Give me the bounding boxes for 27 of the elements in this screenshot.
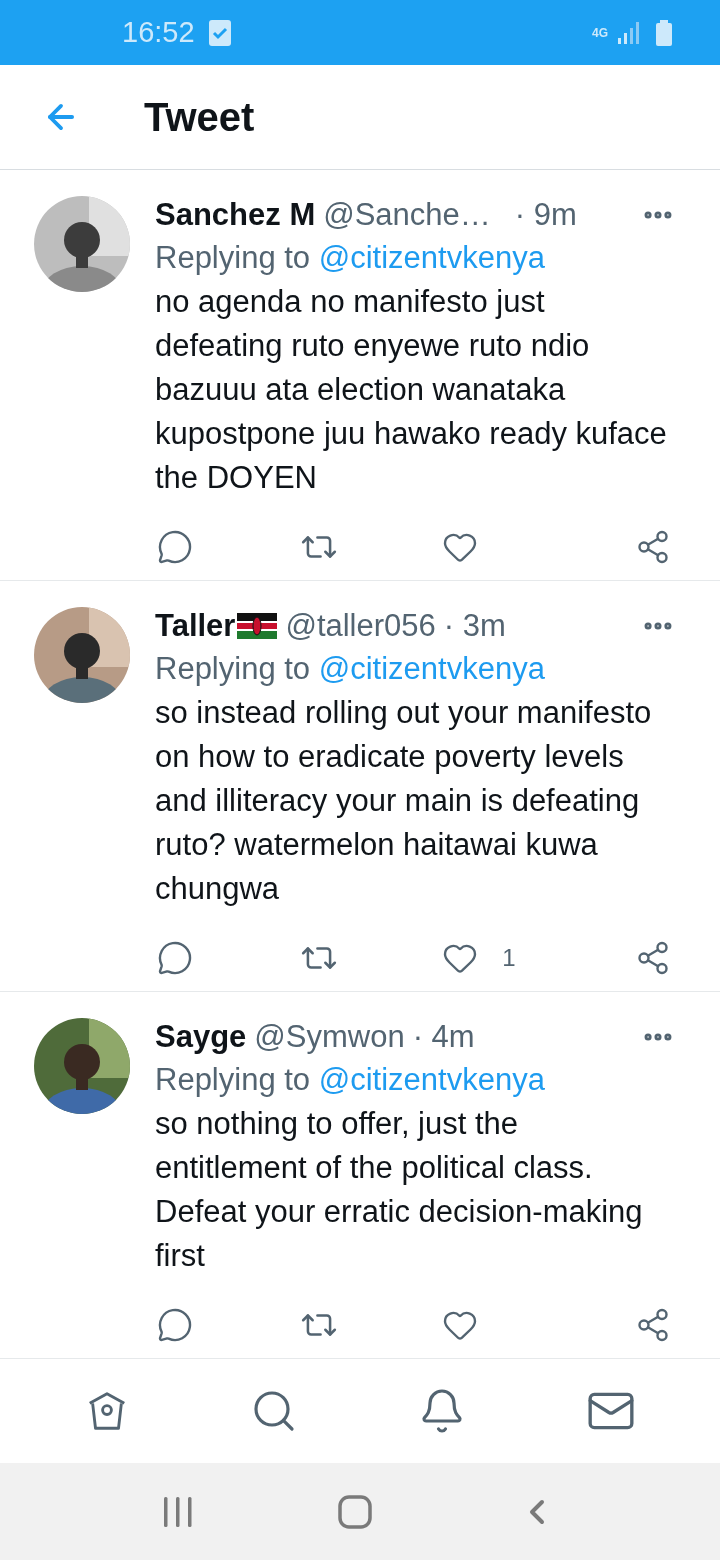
- replying-label: Replying to: [155, 240, 311, 275]
- user-name: Sanchez M: [155, 196, 316, 234]
- tweet-time: · 9m: [514, 196, 577, 234]
- user-name: Taller: [155, 607, 236, 645]
- user-name: Sayge: [155, 1018, 247, 1056]
- mention-link[interactable]: @citizentvkenya: [318, 1062, 545, 1097]
- tweet-text: so instead rolling out your manifesto on how to eradicate poverty levels and illiteracy your main is defeating ruto? watermelon haitawai kuwa chungwa: [155, 694, 653, 908]
- like-button[interactable]: 1: [442, 939, 533, 977]
- status-time: 16:52: [122, 16, 195, 49]
- mention-link[interactable]: @citizentvkenya: [318, 240, 545, 275]
- network-label: 4G: [592, 26, 608, 39]
- tweet-time: · 3m: [443, 607, 506, 645]
- user-handle: @Symwon: [254, 1018, 405, 1056]
- recent-apps-icon[interactable]: [162, 1495, 193, 1528]
- battery-icon: [656, 19, 672, 46]
- page-title: Tweet: [144, 94, 255, 140]
- mention-link[interactable]: @citizentvkenya: [318, 651, 545, 686]
- user-handle: @taller056: [285, 607, 436, 645]
- replying-label: Replying to: [155, 1062, 311, 1097]
- replying-label: Replying to: [155, 651, 311, 686]
- tweet-text: no agenda no manifesto just defeating ruto enyewe ruto ndio bazuuu ata election wanataka kupostpone juu hawako ready kuface the DOYEN: [155, 283, 668, 497]
- tweet-text: so nothing to offer, just the entitlement of the political class. Defeat your erratic decision-making first: [155, 1105, 644, 1275]
- check-icon: [208, 19, 231, 46]
- tweet-time: · 4m: [412, 1018, 475, 1056]
- signal-icon: [618, 21, 642, 44]
- user-handle: @Sanche…: [323, 196, 491, 234]
- home-button-icon[interactable]: [338, 1494, 372, 1529]
